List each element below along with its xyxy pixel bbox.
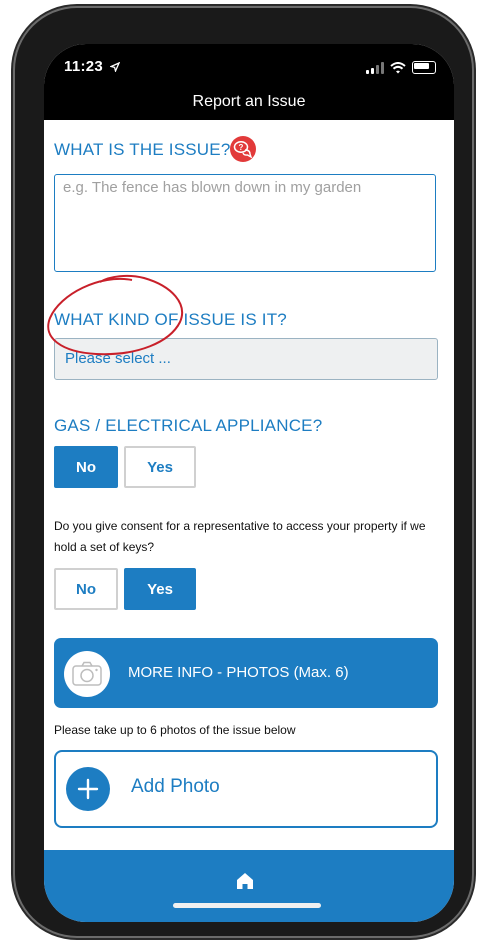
consent-yes-button[interactable]: Yes [124,568,196,610]
battery-icon [412,61,436,74]
status-icons [366,61,436,74]
bottom-tab-bar [44,850,454,922]
help-chat-icon: ? [233,141,253,158]
add-photo-button[interactable]: Add Photo [54,750,438,828]
gas-appliance-title: GAS / ELECTRICAL APPLIANCE? [54,416,323,435]
consent-question: Do you give consent for a representative… [54,519,426,554]
camera-icon [64,651,110,697]
plus-icon [66,767,110,811]
chat-bubbles-question-icon[interactable]: ? [230,136,256,162]
report-form: WHAT IS THE ISSUE? ? e.g. The fence has … [44,120,454,850]
nav-title: Report an Issue [44,84,454,120]
photos-banner-label: MORE INFO - PHOTOS (Max. 6) [128,664,349,681]
svg-text:?: ? [239,143,244,152]
consent-no-button[interactable]: No [54,568,118,610]
home-indicator [173,903,321,908]
plus-glyph [77,778,99,800]
photos-banner[interactable]: MORE INFO - PHOTOS (Max. 6) [54,638,438,708]
location-arrow-icon [110,62,120,72]
cellular-signal-icon [366,61,384,74]
issue-kind-title: WHAT KIND OF ISSUE IS IT? [54,310,287,329]
camera-glyph [72,661,102,686]
status-time: 11:23 [64,58,104,75]
gas-yes-button[interactable]: Yes [124,446,196,488]
photos-hint: Please take up to 6 photos of the issue … [54,723,296,737]
home-icon[interactable] [234,870,256,892]
app-screen: 11:23 Report an Issue WHAT IS THE ISSUE?… [44,44,454,922]
wifi-icon [390,61,406,73]
gas-no-button[interactable]: No [54,446,118,488]
add-photo-label: Add Photo [131,776,220,797]
issue-description-input[interactable]: e.g. The fence has blown down in my gard… [54,174,436,272]
issue-kind-select[interactable]: Please select ... [54,338,438,380]
issue-title: WHAT IS THE ISSUE? [54,140,231,159]
